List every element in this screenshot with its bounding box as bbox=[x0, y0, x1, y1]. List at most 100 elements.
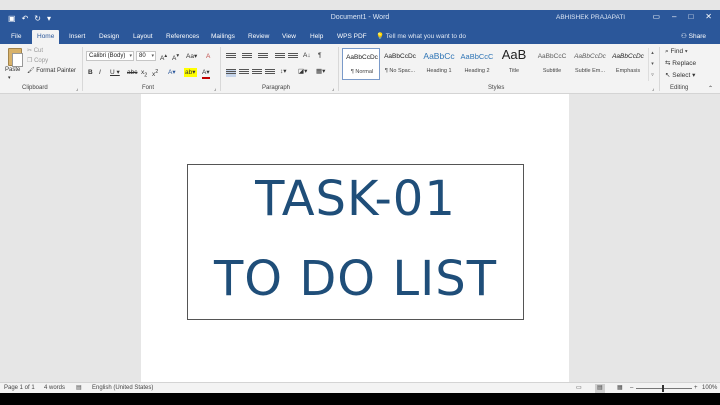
minimize-icon[interactable]: – bbox=[672, 12, 676, 21]
document-page[interactable]: TASK-01 TO DO LIST bbox=[141, 94, 569, 382]
tab-layout[interactable]: Layout bbox=[128, 30, 158, 44]
maximize-icon[interactable]: □ bbox=[688, 12, 693, 21]
underline-icon[interactable]: U ▾ bbox=[110, 68, 120, 77]
cut-button[interactable]: ✂ Cut bbox=[27, 47, 43, 55]
font-size-value: 80 bbox=[139, 53, 146, 59]
ribbon-display-icon[interactable]: ▭ bbox=[652, 12, 660, 21]
close-icon[interactable]: ✕ bbox=[705, 12, 712, 21]
zoom-level[interactable]: 100% bbox=[702, 384, 717, 393]
subscript-icon[interactable]: x2 bbox=[141, 68, 147, 80]
tab-wps-pdf[interactable]: WPS PDF bbox=[332, 30, 372, 44]
find-button[interactable]: ⌕ Find ▾ bbox=[665, 47, 688, 56]
editing-group-label: Editing bbox=[670, 85, 689, 91]
find-label: Find bbox=[670, 48, 684, 55]
more-styles-icon[interactable]: ▿ bbox=[649, 70, 656, 81]
page-count[interactable]: Page 1 of 1 bbox=[4, 384, 35, 393]
bullets-icon[interactable] bbox=[226, 53, 236, 61]
scroll-down-icon[interactable]: ▾ bbox=[649, 59, 656, 70]
text-box[interactable]: TASK-01 TO DO LIST bbox=[187, 164, 524, 320]
user-name[interactable]: ABHISHEK PRAJAPATI bbox=[556, 14, 625, 21]
document-area[interactable]: TASK-01 TO DO LIST bbox=[0, 94, 720, 382]
change-case-icon[interactable]: Aa▾ bbox=[186, 52, 197, 61]
align-left-icon[interactable] bbox=[226, 69, 236, 77]
grow-font-icon[interactable]: A▴ bbox=[160, 52, 167, 63]
paste-dropdown-icon[interactable]: ▾ bbox=[8, 74, 11, 82]
format-painter-button[interactable]: 🖌 Format Painter bbox=[27, 67, 76, 75]
tab-mailings[interactable]: Mailings bbox=[206, 30, 240, 44]
borders-icon[interactable]: ▦▾ bbox=[316, 67, 325, 76]
style-emphasis[interactable]: AaBbCcDc Emphasis bbox=[609, 48, 647, 80]
separator bbox=[220, 47, 221, 91]
tab-review[interactable]: Review bbox=[243, 30, 274, 44]
zoom-in-icon[interactable]: + bbox=[694, 384, 698, 393]
lightbulb-icon: 💡 bbox=[376, 33, 385, 40]
highlight-icon[interactable]: ab▾ bbox=[184, 68, 197, 77]
paste-button-label[interactable]: Paste bbox=[5, 66, 20, 74]
style-subtle-emphasis[interactable]: AaBbCcDc Subtle Em... bbox=[571, 48, 609, 80]
cursor-icon: ↖ bbox=[665, 72, 671, 79]
font-name-combo[interactable]: Calibri (Body) ▾ bbox=[86, 51, 134, 61]
font-size-combo[interactable]: 80 ▾ bbox=[136, 51, 156, 61]
print-layout-icon[interactable]: ▤ bbox=[595, 384, 605, 393]
read-mode-icon[interactable]: ▭ bbox=[576, 384, 582, 393]
web-layout-icon[interactable]: ▦ bbox=[617, 384, 623, 393]
tab-view[interactable]: View bbox=[277, 30, 301, 44]
bold-icon[interactable]: B bbox=[88, 68, 93, 77]
font-launcher-icon[interactable]: ⌟ bbox=[214, 85, 216, 93]
styles-launcher-icon[interactable]: ⌟ bbox=[652, 85, 654, 93]
paragraph-launcher-icon[interactable]: ⌟ bbox=[332, 85, 334, 93]
tab-references[interactable]: References bbox=[161, 30, 204, 44]
share-button[interactable]: ⚇ Share bbox=[681, 30, 706, 43]
tab-design[interactable]: Design bbox=[94, 30, 124, 44]
scroll-up-icon[interactable]: ▴ bbox=[649, 48, 656, 59]
style-title[interactable]: AaB Title bbox=[495, 47, 533, 80]
select-button[interactable]: ↖ Select ▾ bbox=[665, 71, 695, 80]
decrease-indent-icon[interactable] bbox=[275, 53, 285, 61]
pilcrow-icon[interactable]: ¶ bbox=[318, 51, 322, 60]
style-normal[interactable]: AaBbCcDc ¶ Normal bbox=[342, 48, 380, 80]
tab-home[interactable]: Home bbox=[32, 30, 60, 44]
strikethrough-icon[interactable]: abc bbox=[127, 68, 137, 77]
style-name: Subtle Em... bbox=[575, 68, 605, 74]
clear-formatting-icon[interactable]: A bbox=[206, 52, 210, 61]
align-center-icon[interactable] bbox=[239, 69, 249, 77]
clipboard-group-label: Clipboard bbox=[22, 85, 48, 91]
tab-help[interactable]: Help bbox=[305, 30, 328, 44]
proofing-icon[interactable]: ▤ bbox=[76, 384, 82, 393]
tell-me-search[interactable]: 💡 Tell me what you want to do bbox=[376, 30, 466, 43]
tab-insert[interactable]: Insert bbox=[64, 30, 90, 44]
copy-button[interactable]: ❐ Copy bbox=[27, 57, 48, 65]
heading-task[interactable]: TASK-01 bbox=[188, 171, 523, 227]
collapse-ribbon-icon[interactable]: ⌃ bbox=[708, 85, 713, 93]
clipboard-launcher-icon[interactable]: ⌟ bbox=[76, 85, 78, 93]
line-spacing-icon[interactable]: ↕▾ bbox=[280, 67, 287, 76]
font-name-value: Calibri (Body) bbox=[89, 53, 126, 59]
font-color-icon[interactable]: A▾ bbox=[202, 68, 210, 79]
sort-icon[interactable]: A↓ bbox=[303, 51, 311, 60]
align-right-icon[interactable] bbox=[252, 69, 262, 77]
numbering-icon[interactable] bbox=[242, 53, 252, 61]
shrink-font-icon[interactable]: A▾ bbox=[172, 52, 179, 63]
zoom-slider-thumb[interactable] bbox=[662, 385, 664, 392]
style-heading-1[interactable]: AaBbCc Heading 1 bbox=[420, 48, 458, 80]
style-no-spacing[interactable]: AaBbCcDc ¶ No Spac... bbox=[381, 48, 419, 80]
style-heading-2[interactable]: AaBbCcC Heading 2 bbox=[458, 48, 496, 80]
justify-icon[interactable] bbox=[265, 69, 275, 77]
replace-button[interactable]: ⇆ Replace bbox=[665, 59, 696, 68]
superscript-icon[interactable]: x2 bbox=[152, 68, 158, 79]
word-count[interactable]: 4 words bbox=[44, 384, 65, 393]
increase-indent-icon[interactable] bbox=[288, 53, 298, 61]
paste-icon[interactable] bbox=[8, 48, 23, 67]
scissors-icon: ✂ bbox=[27, 48, 33, 54]
shading-icon[interactable]: ◪▾ bbox=[298, 67, 307, 76]
zoom-slider[interactable] bbox=[636, 388, 692, 389]
italic-icon[interactable]: I bbox=[99, 68, 101, 77]
multilevel-list-icon[interactable] bbox=[258, 53, 268, 61]
zoom-out-icon[interactable]: – bbox=[630, 384, 633, 393]
styles-scroll: ▴ ▾ ▿ bbox=[648, 48, 656, 81]
tab-file[interactable]: File bbox=[6, 30, 26, 44]
language[interactable]: English (United States) bbox=[92, 384, 153, 393]
heading-todo-list[interactable]: TO DO LIST bbox=[188, 251, 523, 307]
style-subtitle[interactable]: AaBbCcC Subtitle bbox=[533, 48, 571, 80]
text-effects-icon[interactable]: A▾ bbox=[168, 68, 176, 77]
